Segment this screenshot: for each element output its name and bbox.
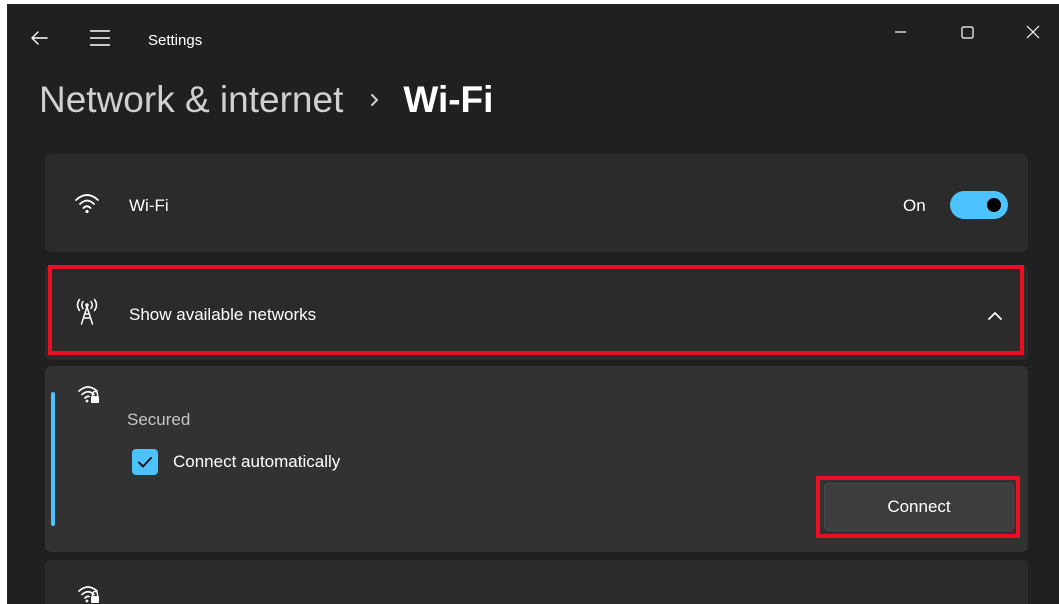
settings-window: Settings Network & internet Wi-Fi Wi-Fi … — [7, 4, 1059, 604]
antenna-icon — [76, 298, 98, 325]
minimize-icon[interactable] — [880, 14, 920, 50]
breadcrumb-parent[interactable]: Network & internet — [39, 79, 343, 121]
wifi-secured-icon — [78, 586, 99, 603]
connect-automatically-checkbox[interactable] — [132, 449, 158, 475]
breadcrumb: Network & internet Wi-Fi — [39, 74, 493, 126]
chevron-right-icon — [371, 94, 379, 106]
show-available-networks-label: Show available networks — [129, 305, 317, 324]
wifi-toggle-card: Wi-Fi On — [45, 154, 1028, 252]
wifi-icon — [75, 194, 99, 214]
checkmark-icon — [138, 457, 152, 468]
wifi-toggle-state: On — [903, 196, 926, 215]
connect-automatically-label: Connect automatically — [173, 452, 341, 471]
title-bar: Settings — [7, 4, 1059, 76]
page-title: Wi-Fi — [403, 79, 494, 120]
wifi-label: Wi-Fi — [129, 196, 169, 215]
back-arrow-icon[interactable] — [27, 26, 51, 50]
selection-accent-bar — [51, 392, 55, 526]
chevron-up-icon[interactable] — [985, 309, 1005, 323]
hamburger-menu-icon[interactable] — [89, 28, 111, 48]
show-available-networks-row[interactable]: Show available networks — [45, 265, 1028, 360]
app-title: Settings — [148, 32, 203, 49]
wifi-secured-icon — [78, 386, 99, 403]
network-security-status: Secured — [127, 410, 191, 429]
toggle-knob — [987, 198, 1001, 212]
maximize-icon[interactable] — [947, 14, 987, 50]
connect-button[interactable]: Connect — [824, 483, 1014, 531]
wifi-toggle[interactable] — [950, 191, 1008, 219]
network-list-item[interactable] — [45, 560, 1028, 604]
close-icon[interactable] — [1013, 14, 1053, 50]
